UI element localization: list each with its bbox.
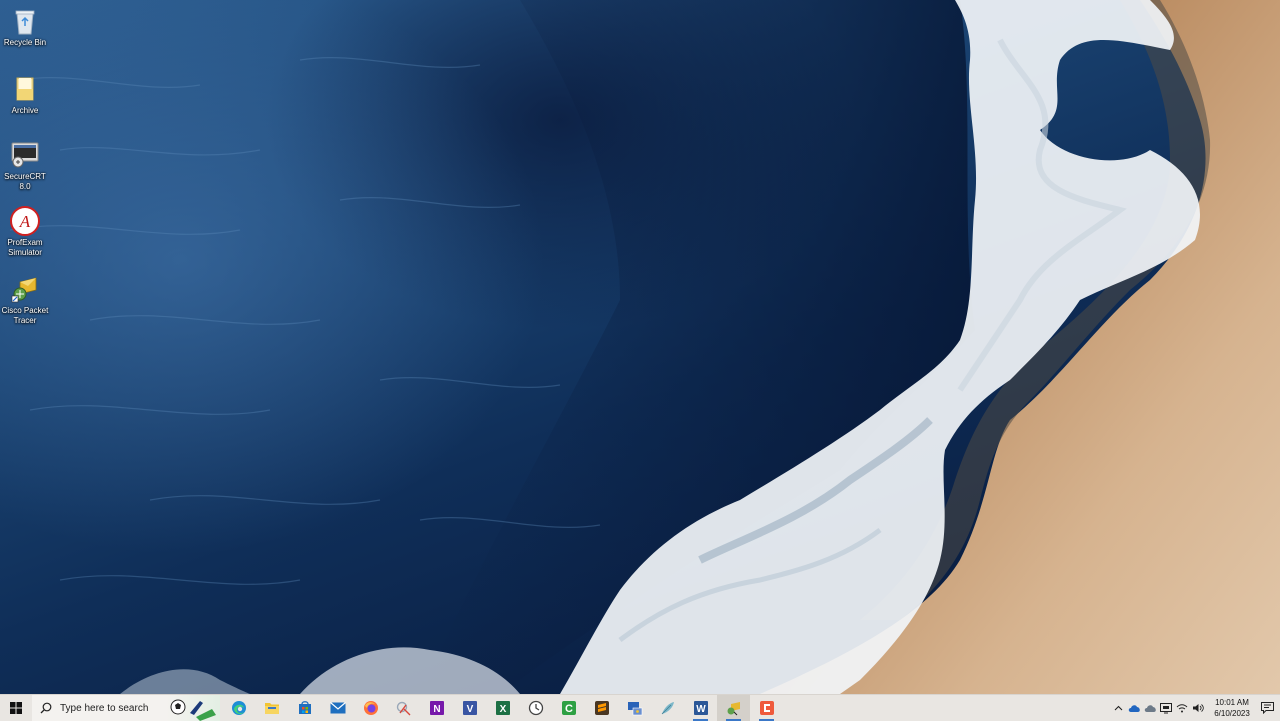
mail-icon (329, 702, 346, 714)
camtasia-icon: C (561, 701, 576, 715)
desktop-icon-label: Archive (11, 106, 39, 115)
desktop-icon-label: SecureCRT 8.0 (4, 172, 46, 191)
taskbar-app-excel[interactable]: X (486, 695, 519, 721)
clock-time: 10:01 AM (1215, 698, 1249, 707)
edge-icon (231, 701, 246, 715)
taskbar: N V X C (0, 694, 1280, 721)
taskbar-app-mail[interactable] (321, 695, 354, 721)
packet-tracer-icon (727, 702, 740, 716)
folder-icon (10, 74, 40, 104)
onedrive-2-icon[interactable] (1142, 695, 1158, 721)
taskbar-app-recorder[interactable] (750, 695, 783, 721)
visio-icon: V (462, 701, 477, 715)
taskbar-app-microsoft-store[interactable] (288, 695, 321, 721)
taskbar-search[interactable] (32, 695, 166, 721)
packet-tracer-icon (10, 274, 40, 304)
word-icon: W (693, 701, 708, 715)
store-icon (298, 701, 311, 714)
svg-text:A: A (19, 212, 31, 231)
taskbar-app-firefox[interactable] (354, 695, 387, 721)
securecrt-icon (10, 140, 40, 170)
taskbar-app-remote-desktop[interactable] (618, 695, 651, 721)
svg-text:C: C (565, 703, 573, 715)
desktop-icon-securecrt[interactable]: SecureCRT 8.0 (2, 140, 48, 192)
desktop-icon-label: Cisco Packet Tracer (1, 306, 49, 325)
taskbar-app-file-explorer[interactable] (255, 695, 288, 721)
desktop-icon-recycle-bin[interactable]: Recycle Bin (2, 6, 48, 48)
desktop-icon-archive[interactable]: Archive (2, 74, 48, 116)
clock-icon (528, 700, 543, 716)
notification-icon (1260, 702, 1274, 714)
chevron-up-icon[interactable] (1110, 695, 1126, 721)
taskbar-app-clock-app[interactable] (519, 695, 552, 721)
svg-text:X: X (499, 704, 506, 715)
taskbar-app-visio[interactable]: V (453, 695, 486, 721)
svg-text:N: N (433, 704, 440, 715)
display-icon[interactable] (1158, 695, 1174, 721)
taskbar-app-feather-app[interactable] (651, 695, 684, 721)
windows-icon (10, 702, 22, 714)
taskbar-pinned-apps: N V X C W (222, 695, 783, 721)
start-button[interactable] (0, 695, 32, 721)
volume-icon[interactable] (1190, 695, 1206, 721)
taskbar-clock[interactable]: 10:01 AM 6/10/2023 (1210, 697, 1254, 719)
svg-text:V: V (466, 704, 473, 715)
desktop-icon-profexam[interactable]: A ProfExam Simulator (2, 206, 48, 258)
onenote-icon: N (429, 701, 444, 715)
firefox-icon (363, 701, 378, 715)
desktop-wallpaper (0, 0, 1280, 694)
snipping-tool-icon (396, 701, 410, 716)
taskbar-app-word[interactable]: W (684, 695, 717, 721)
taskbar-app-camtasia[interactable]: C (552, 695, 585, 721)
taskbar-app-edge[interactable] (222, 695, 255, 721)
system-tray: 10:01 AM 6/10/2023 (1110, 695, 1280, 721)
taskbar-app-onenote[interactable]: N (420, 695, 453, 721)
desktop-icon-packet-tracer[interactable]: Cisco Packet Tracer (2, 274, 48, 326)
search-input[interactable] (58, 701, 162, 715)
profexam-icon: A (10, 206, 40, 236)
folder-icon (264, 703, 279, 714)
onedrive-icon[interactable] (1126, 695, 1142, 721)
search-icon (40, 702, 52, 714)
soccer-ball-icon (170, 699, 216, 721)
taskbar-app-sublime-text[interactable] (585, 695, 618, 721)
search-highlight-art (166, 695, 220, 721)
desktop-icon-label: Recycle Bin (3, 38, 47, 47)
recorder-icon (759, 701, 774, 715)
taskbar-app-packet-tracer[interactable] (717, 695, 750, 721)
network-icon[interactable] (1174, 695, 1190, 721)
sublime-icon (594, 701, 609, 715)
clock-date: 6/10/2023 (1214, 709, 1250, 718)
svg-text:W: W (696, 704, 706, 715)
notification-button[interactable] (1254, 695, 1280, 721)
recycle-bin-icon (10, 6, 40, 36)
feather-icon (661, 702, 674, 715)
remote-desktop-icon (627, 702, 642, 716)
desktop-icon-label: ProfExam Simulator (7, 238, 43, 257)
taskbar-app-snipping-tool[interactable] (387, 695, 420, 721)
excel-icon: X (495, 701, 510, 715)
